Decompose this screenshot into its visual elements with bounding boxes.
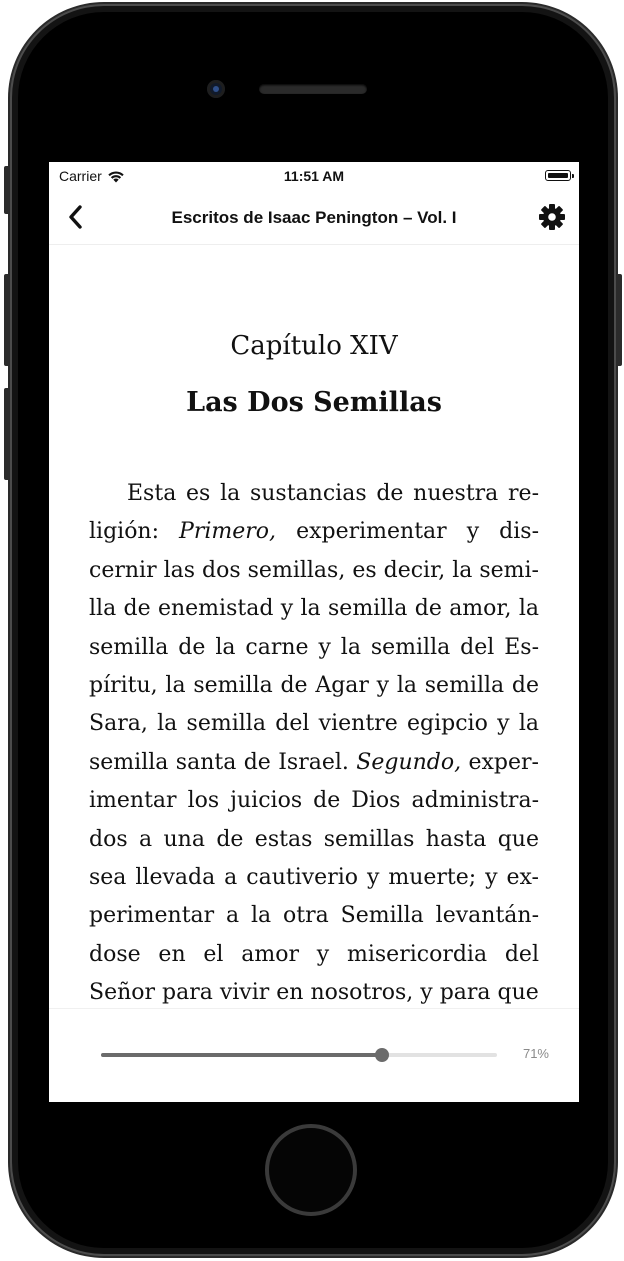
- text-segment: semilla santa de Israel.: [89, 749, 357, 775]
- text-segment: Esta es la sustancias de nuestra re-: [127, 481, 539, 506]
- text-line: perimentar a la otra Semilla levantán-: [89, 897, 539, 935]
- screen: Carrier 11:51 AM Escritos de Isaac Penin…: [49, 162, 579, 1102]
- text-line: lla de enemistad y la semilla de amor, l…: [89, 590, 539, 628]
- chapter-title: Las Dos Semillas: [186, 387, 442, 418]
- reading-pane[interactable]: Capítulo XIV Las Dos Semillas Esta es la…: [49, 245, 579, 1008]
- text-line: imentar los juicios de Dios administra-: [89, 782, 539, 820]
- text-segment: imentar los juicios de Dios administra-: [89, 788, 539, 814]
- progress-slider[interactable]: [101, 1048, 497, 1062]
- text-line: semilla de la carne y la semilla del Es-: [89, 629, 539, 667]
- volume-down-button: [4, 388, 10, 480]
- progress-slider-fill: [101, 1053, 383, 1057]
- battery-icon: [545, 170, 574, 181]
- text-segment: experimentar y dis-: [276, 519, 539, 545]
- status-bar: Carrier 11:51 AM: [49, 162, 579, 192]
- power-button: [616, 274, 622, 366]
- text-segment: dos a una de estas semillas hasta que: [89, 826, 539, 852]
- navigation-bar: Escritos de Isaac Penington – Vol. I: [49, 192, 579, 245]
- text-line: Señor para vivir en nosotros, y para que: [89, 974, 539, 1008]
- text-segment: sea llevada a cautiverio y muerte; y ex-: [89, 865, 539, 891]
- front-camera: [207, 80, 225, 98]
- home-button[interactable]: [265, 1124, 357, 1216]
- text-segment: píritu, la semilla de Agar y la semilla …: [89, 673, 539, 699]
- text-segment: ligión:: [89, 519, 180, 545]
- emphasis-text: Segundo,: [356, 749, 462, 775]
- chapter-body-text: Esta es la sustancias de nuestra re-ligi…: [89, 475, 539, 1008]
- chapter-number: Capítulo XIV: [230, 331, 398, 361]
- progress-percent: 71%: [522, 1046, 549, 1061]
- earpiece-speaker: [259, 84, 367, 94]
- emphasis-text: Primero,: [179, 519, 277, 545]
- progress-toolbar: 71%: [49, 1008, 579, 1102]
- text-line: ligión: Primero, experimentar y dis-: [89, 513, 539, 551]
- gear-icon[interactable]: [537, 202, 567, 232]
- text-line: dos a una de estas semillas hasta que: [89, 821, 539, 859]
- text-segment: lla de enemistad y la semilla de amor, l…: [89, 596, 539, 622]
- text-segment: semilla de la carne y la semilla del Es-: [89, 634, 539, 660]
- text-line: cernir las dos semillas, es decir, la se…: [89, 552, 539, 590]
- book-title: Escritos de Isaac Penington – Vol. I: [171, 208, 457, 227]
- progress-slider-thumb[interactable]: [375, 1048, 390, 1062]
- mute-switch: [4, 166, 10, 214]
- text-segment: Señor para vivir en nosotros, y para que: [89, 980, 539, 1006]
- text-line: dose en el amor y misericordia del: [89, 936, 539, 974]
- text-segment: exper-: [461, 749, 539, 775]
- text-line: píritu, la semilla de Agar y la semilla …: [89, 667, 539, 705]
- text-segment: dose en el amor y misericordia del: [89, 941, 539, 967]
- text-segment: cernir las dos semillas, es decir, la se…: [89, 557, 539, 583]
- text-segment: Sara, la semilla del vientre egipcio y l…: [89, 711, 539, 737]
- text-line: sea llevada a cautiverio y muerte; y ex-: [89, 859, 539, 897]
- text-line: semilla santa de Israel. Segundo, exper-: [89, 744, 539, 782]
- volume-up-button: [4, 274, 10, 366]
- text-line: Sara, la semilla del vientre egipcio y l…: [89, 705, 539, 743]
- text-line: Esta es la sustancias de nuestra re-: [89, 475, 539, 513]
- status-time: 11:51 AM: [283, 168, 345, 184]
- chevron-left-icon[interactable]: [63, 202, 91, 232]
- text-segment: perimentar a la otra Semilla levantán-: [89, 903, 539, 929]
